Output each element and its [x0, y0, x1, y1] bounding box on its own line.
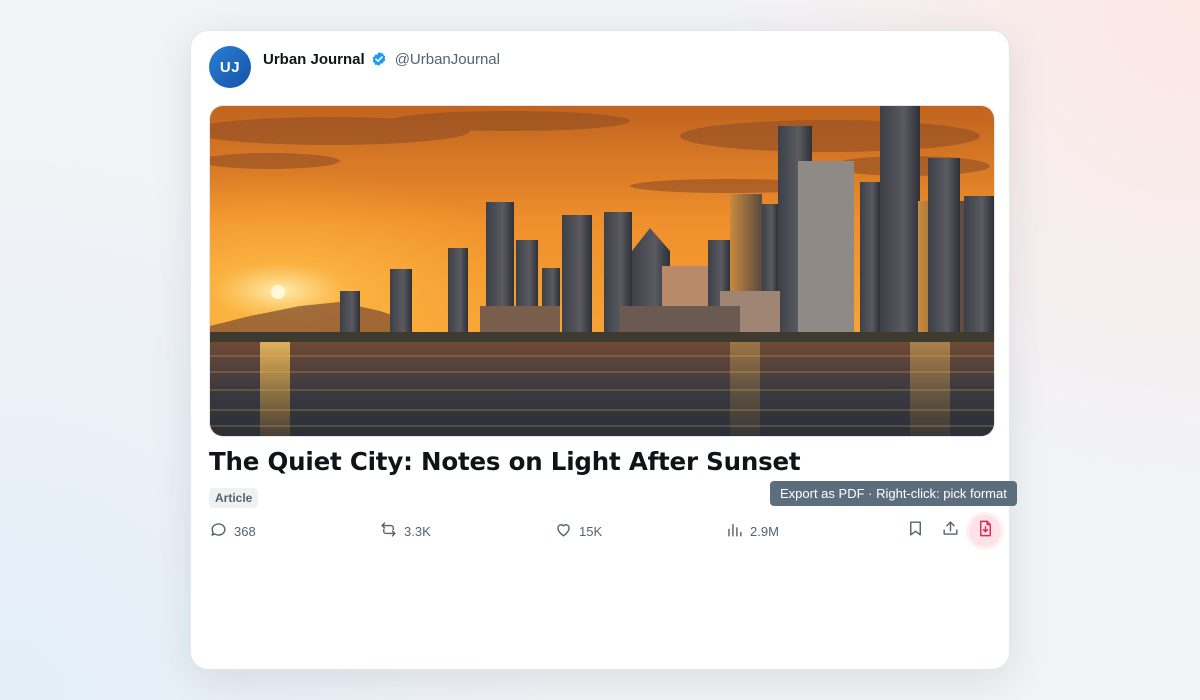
author-line: Urban Journal @UrbanJournal: [263, 49, 500, 69]
bookmark-button[interactable]: [899, 515, 931, 547]
repost-count: 3.3K: [404, 523, 431, 539]
bookmark-icon: [906, 519, 925, 543]
article-badge: Article: [209, 488, 259, 508]
speech-bubble-icon: [209, 520, 228, 542]
bar-chart-icon: [725, 520, 744, 542]
reply-count: 368: [234, 523, 256, 539]
hero-image[interactable]: [209, 105, 995, 437]
like-button[interactable]: 15K: [554, 515, 602, 547]
views-button[interactable]: 2.9M: [725, 515, 779, 547]
like-count: 15K: [579, 523, 603, 539]
author-name[interactable]: Urban Journal: [263, 51, 365, 68]
reply-button[interactable]: 368: [209, 515, 256, 547]
heart-icon: [554, 520, 573, 542]
post-title[interactable]: The Quiet City: Notes on Light After Sun…: [209, 447, 801, 476]
pdf-file-icon: [976, 519, 995, 543]
export-pdf-button[interactable]: [969, 515, 1001, 547]
author-handle[interactable]: @UrbanJournal: [395, 51, 500, 68]
verified-badge-icon: [371, 51, 387, 67]
avatar-initials: UJ: [219, 58, 241, 76]
view-count: 2.9M: [750, 523, 779, 539]
share-button[interactable]: [934, 515, 966, 547]
repost-button[interactable]: 3.3K: [379, 515, 431, 547]
upload-share-icon: [941, 519, 960, 543]
action-bar: 368 3.3K 15K 2.9M: [209, 515, 1009, 547]
repost-arrows-icon: [379, 520, 398, 542]
avatar[interactable]: UJ: [209, 46, 251, 88]
post-card: UJ Urban Journal @UrbanJournal The Quiet…: [190, 30, 1017, 670]
export-pdf-tooltip: Export as PDF · Right-click: pick format: [770, 481, 1017, 506]
